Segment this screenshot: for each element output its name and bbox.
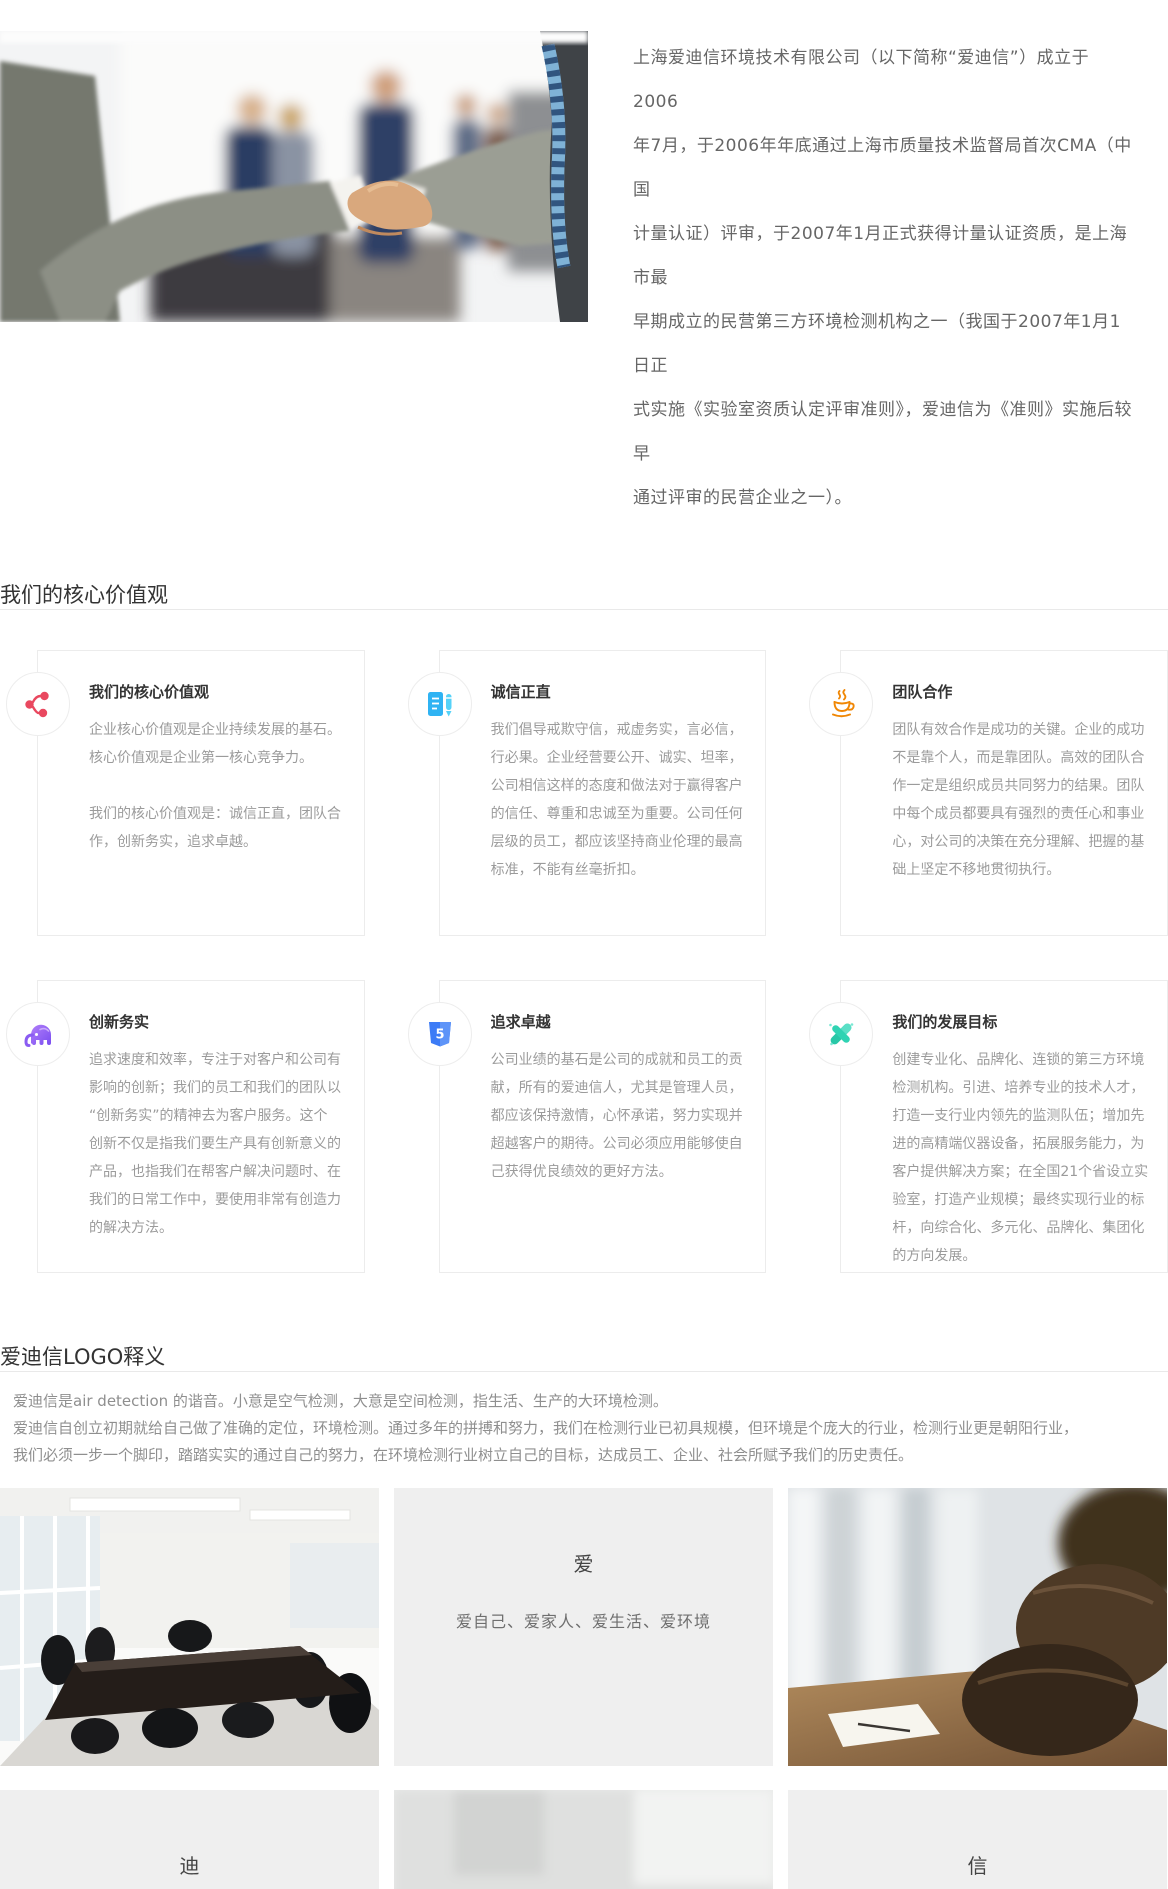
logo-cell-title: 爱 bbox=[574, 1550, 594, 1578]
company-intro-paragraph: 上海爱迪信环境技术有限公司（以下简称“爱迪信”）成立于2006 年7月，于200… bbox=[633, 31, 1133, 520]
logo-cell-title: 迪 bbox=[180, 1852, 200, 1880]
notebook-pencil-icon bbox=[408, 672, 472, 736]
share-nodes-icon bbox=[6, 672, 70, 736]
value-card-goals: 我们的发展目标 创建专业化、品牌化、连锁的第三方环境 检测机构。引进、培养专业的… bbox=[840, 980, 1168, 1273]
card-title: 我们的发展目标 bbox=[892, 1011, 1149, 1032]
meeting-room-art bbox=[0, 1488, 379, 1766]
business-discussion-photo bbox=[394, 1790, 773, 1889]
core-values-section-title: 我们的核心价值观 bbox=[0, 581, 1168, 609]
value-cards-row-1: 我们的核心价值观 企业核心价值观是企业持续发展的基石。 核心价值观是企业第一核心… bbox=[0, 650, 1168, 936]
html5-shield-icon: 5 bbox=[408, 1002, 472, 1066]
value-card-teamwork: 团队合作 团队有效合作是成功的关键。企业的成功 不是靠个人，而是靠团队。高效的团… bbox=[840, 650, 1168, 936]
divider bbox=[0, 609, 1168, 610]
elephant-icon bbox=[6, 1002, 70, 1066]
value-card-innovation: 创新务实 追求速度和效率，专注于对客户和公司有 影响的创新；我们的员工和我们的团… bbox=[37, 980, 365, 1273]
hero-section: 上海爱迪信环境技术有限公司（以下简称“爱迪信”）成立于2006 年7月，于200… bbox=[0, 0, 1168, 520]
value-cards-row-2: 创新务实 追求速度和效率，专注于对客户和公司有 影响的创新；我们的员工和我们的团… bbox=[0, 980, 1168, 1273]
card-title: 创新务实 bbox=[89, 1011, 346, 1032]
business-handshake-photo bbox=[0, 31, 588, 322]
java-cup-icon bbox=[809, 672, 873, 736]
business-discussion-art bbox=[394, 1790, 773, 1889]
meeting-room-photo bbox=[0, 1488, 379, 1766]
card-body: 企业核心价值观是企业持续发展的基石。 核心价值观是企业第一核心竞争力。 我们的核… bbox=[89, 716, 346, 856]
card-body: 团队有效合作是成功的关键。企业的成功 不是靠个人，而是靠团队。高效的团队合 作一… bbox=[892, 716, 1149, 884]
card-title: 诚信正直 bbox=[491, 681, 748, 702]
logo-section-title: 爱迪信LOGO释义 bbox=[0, 1343, 1168, 1371]
handshake-photo-art bbox=[0, 31, 588, 322]
capsules-icon bbox=[809, 1002, 873, 1066]
logo-cell-trust: 信 诚信、自信、树立信念 bbox=[788, 1790, 1167, 1889]
about-page: 上海爱迪信环境技术有限公司（以下简称“爱迪信”）成立于2006 年7月，于200… bbox=[0, 0, 1168, 1889]
card-body: 追求速度和效率，专注于对客户和公司有 影响的创新；我们的员工和我们的团队以 “创… bbox=[89, 1046, 346, 1242]
card-title: 团队合作 bbox=[892, 681, 1149, 702]
logo-cell-subtitle: 爱自己、爱家人、爱生活、爱环境 bbox=[456, 1608, 711, 1632]
conference-table-photo bbox=[788, 1488, 1167, 1766]
value-card-core-values: 我们的核心价值观 企业核心价值观是企业持续发展的基石。 核心价值观是企业第一核心… bbox=[37, 650, 365, 936]
svg-text:5: 5 bbox=[435, 1028, 444, 1043]
logo-cell-inspire: 迪 启迪自己、启迪同事、启迪用户 bbox=[0, 1790, 379, 1889]
card-title: 追求卓越 bbox=[491, 1011, 748, 1032]
logo-meaning-grid: 爱 爱自己、爱家人、爱生活、爱环境 bbox=[0, 1488, 1168, 1889]
conference-table-art bbox=[788, 1488, 1167, 1766]
card-title: 我们的核心价值观 bbox=[89, 681, 346, 702]
logo-cell-title: 信 bbox=[968, 1852, 988, 1880]
card-body: 公司业绩的基石是公司的成就和员工的贡 献，所有的爱迪信人，尤其是管理人员， 都应… bbox=[491, 1046, 748, 1186]
card-body: 创建专业化、品牌化、连锁的第三方环境 检测机构。引进、培养专业的技术人才， 打造… bbox=[892, 1046, 1149, 1270]
value-card-excellence: 5 追求卓越 公司业绩的基石是公司的成就和员工的贡 献，所有的爱迪信人，尤其是管… bbox=[439, 980, 767, 1273]
logo-cell-love: 爱 爱自己、爱家人、爱生活、爱环境 bbox=[394, 1488, 773, 1766]
logo-meaning-paragraph: 爱迪信是air detection 的谐音。小意是空气检测，大意是空间检测，指生… bbox=[13, 1388, 1168, 1469]
card-body: 我们倡导戒欺守信，戒虚务实，言必信， 行必果。企业经营要公开、诚实、坦率， 公司… bbox=[491, 716, 748, 884]
value-card-integrity: 诚信正直 我们倡导戒欺守信，戒虚务实，言必信， 行必果。企业经营要公开、诚实、坦… bbox=[439, 650, 767, 936]
divider bbox=[0, 1371, 1168, 1372]
